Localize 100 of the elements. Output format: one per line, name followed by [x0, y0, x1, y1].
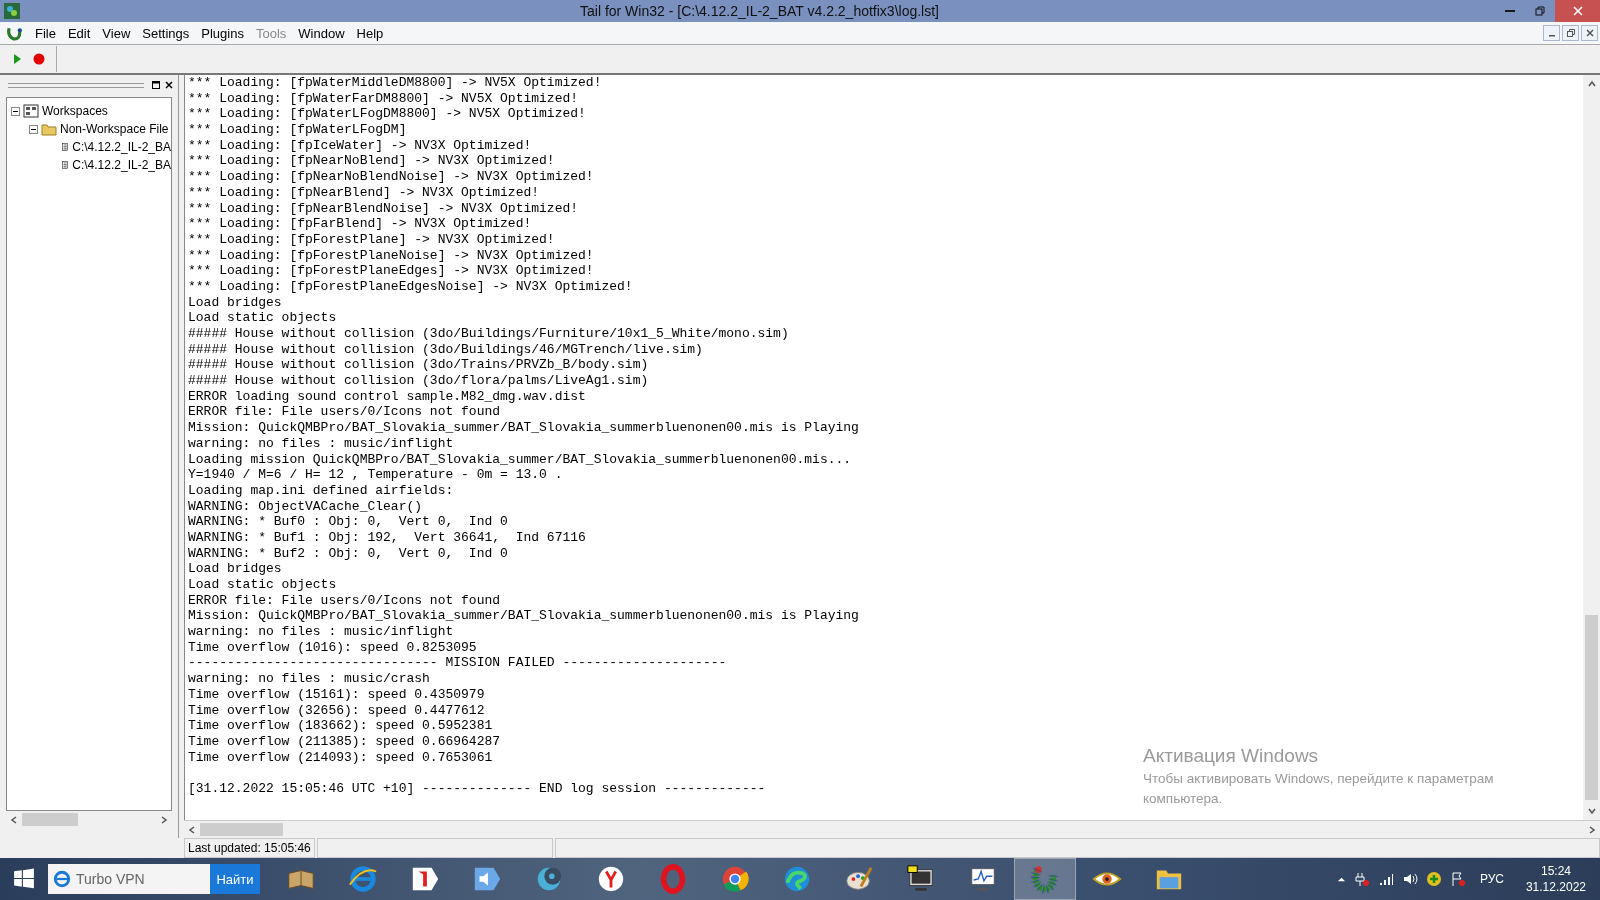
tree-item[interactable]: Workspaces [42, 104, 108, 118]
menu-item[interactable]: Help [350, 25, 390, 41]
minimize-button[interactable] [1543, 25, 1560, 41]
close-icon [1572, 6, 1583, 16]
close-icon [164, 81, 173, 89]
log-line: Load bridges [188, 294, 282, 311]
circle-icon [596, 864, 626, 894]
log-line: Mission: QuickQMBPro/BAT_Slovakia_summer/BAT_Slovakia_summerbluenonen00.mis is Playing [188, 420, 859, 436]
log-line: Loading mission QuickQMBPro/BAT_Slovakia_summer/BAT_Slovakia_summerbluenonen00.mis... [188, 451, 852, 468]
search-field[interactable]: Turbo VPN [48, 864, 210, 894]
windows-logo-icon [13, 868, 35, 890]
log-line: WARNING: * Buf2 : Obj: 0, Vert 0, Ind 0 [188, 545, 508, 562]
ring-icon [348, 864, 378, 894]
log-line: [31.12.2022 15:05:46 UTC +10] -------------- END log session ------------- [188, 780, 766, 797]
activation-text: Чтобы активировать Windows, перейдите к параметрам компьютера. [1143, 770, 1495, 808]
log-line: *** Loading: [fpNearBlend] -> NV3X Optimized! [188, 184, 540, 201]
menu-item[interactable]: Plugins [195, 25, 250, 41]
close-button[interactable] [163, 79, 174, 91]
log-line: Time overflow (183662): speed 0.5952381 [188, 718, 493, 734]
log-line: *** Loading: [fpNearNoBlendNoise] -> NV3X Optimized! [188, 169, 594, 185]
scroll-right-icon[interactable] [159, 814, 169, 825]
play-icon [11, 53, 23, 65]
caterpillar-icon [1030, 864, 1060, 894]
log-line: ERROR file: File users/0/Icons not found [188, 592, 501, 609]
log-line: ##### House without collision (3do/Buildings/Furniture/10x1_5_White/mono.sim) [188, 326, 789, 342]
close-button[interactable] [1581, 25, 1598, 41]
status-text: Last updated: 15:05:46 [184, 838, 315, 858]
search-button[interactable]: Найти [210, 864, 260, 894]
menu-item[interactable]: View [96, 25, 137, 41]
log-line: *** Loading: [fpFarBlend] -> NV3X Optimized! [188, 216, 532, 232]
log-line: Load static objects [188, 577, 337, 593]
menu-item[interactable]: Window [292, 25, 351, 41]
log-line: ERROR loading sound control sample.M82_dmg.wav.dist [188, 388, 586, 405]
log-line: Time overflow (1016): speed 0.8253095 [188, 639, 477, 656]
speaker-icon[interactable] [1401, 871, 1418, 887]
log-line: *** Loading: [fpNearNoBlend] -> NV3X Optimized! [188, 153, 555, 170]
restore-icon [1535, 6, 1545, 16]
log-line: *** Loading: [fpForestPlaneEdgesNoise] -> NV3X Optimized! [188, 278, 633, 295]
activation-title: Активация Windows [1143, 745, 1320, 767]
log-line: -------------------------------- MISSION FAILED --------------------- [188, 655, 727, 672]
log-line: Time overflow (214093): speed 0.7653061 [188, 749, 493, 766]
workspace-icon [23, 103, 39, 119]
tree-item[interactable]: C:\4.12.2_IL-2_BA [72, 140, 171, 154]
scroll-down-icon[interactable] [1586, 806, 1597, 816]
wheel-icon [720, 864, 750, 894]
float-button[interactable] [150, 79, 161, 91]
monitor-icon [906, 864, 936, 894]
language-indicator[interactable]: РУС [1479, 872, 1504, 886]
window-icon [151, 81, 160, 89]
scroll-up-icon[interactable] [1586, 79, 1597, 89]
tree-item[interactable]: C:\4.12.2_IL-2_BA [72, 158, 171, 172]
log-line: Loading map.ini defined airfields: [188, 482, 454, 499]
log-line: *** Loading: [fpForestPlaneEdges] -> NV3X Optimized! [188, 263, 594, 279]
menu-item[interactable]: Settings [136, 25, 196, 41]
log-line: warning: no files : music/crash [188, 671, 430, 687]
collapse-toggle[interactable] [11, 106, 20, 116]
scrollbar-thumb[interactable] [1585, 615, 1598, 800]
clock-time[interactable]: 15:24 [1540, 863, 1571, 879]
vertical-scrollbar[interactable] [1583, 75, 1600, 820]
log-line: *** Loading: [fpWaterMiddleDM8800] -> NV5X Optimized! [188, 75, 602, 91]
log-line: *** Loading: [fpForestPlaneNoise] -> NV3X Optimized! [188, 247, 594, 264]
plug-icon[interactable] [1353, 871, 1370, 887]
tree-item[interactable]: Non-Workspace File [60, 122, 169, 136]
scroll-right-icon[interactable] [1587, 824, 1597, 835]
log-line: ##### House without collision (3do/Trains/PRVZb_B/body.sim) [188, 357, 649, 374]
restore-button[interactable] [1562, 25, 1579, 41]
menu-item[interactable]: Edit [61, 25, 97, 41]
log-line: Load bridges [188, 561, 282, 577]
flag-icon[interactable] [1449, 871, 1466, 887]
plus-circle-icon[interactable] [1425, 871, 1442, 887]
log-line: ERROR file: File users/0/Icons not found [188, 404, 501, 421]
log-line: warning: no files : music/inflight [188, 435, 454, 452]
log-line: WARNING: ObjectVACache_Clear() [188, 498, 423, 515]
log-line: *** Loading: [fpWaterLFogDM8800] -> NV5X Optimized! [188, 106, 586, 123]
log-line: WARNING: * Buf0 : Obj: 0, Vert 0, Ind 0 [188, 514, 508, 530]
minimize-icon [1505, 10, 1515, 12]
log-line: Time overflow (32656): speed 0.4477612 [188, 702, 485, 719]
scroll-left-icon[interactable] [9, 814, 19, 825]
log-line: Mission: QuickQMBPro/BAT_Slovakia_summer/BAT_Slovakia_summerbluenonen00.mis is Playing [188, 608, 859, 625]
log-line: *** Loading: [fpWaterFarDM8800] -> NV5X Optimized! [188, 90, 579, 107]
record-icon [33, 53, 45, 65]
log-line: ##### House without collision (3do/flora/palms/LiveAg1.sim) [188, 373, 649, 389]
log-line: warning: no files : music/inflight [188, 624, 454, 640]
log-line: WARNING: * Buf1 : Obj: 192, Vert 36641, Ind 67116 [188, 529, 586, 546]
window-title: Tail for Win32 - [C:\4.12.2_IL-2_BAT v4.2.2_hotfix3\log.lst] [579, 3, 940, 19]
log-line: *** Loading: [fpNearBlendNoise] -> NV3X Optimized! [188, 200, 579, 217]
app-icon [4, 3, 20, 19]
close-icon [1585, 29, 1594, 37]
signal-icon[interactable] [1377, 871, 1394, 887]
log-line: Time overflow (15161): speed 0.4350979 [188, 686, 485, 703]
collapse-toggle[interactable] [29, 124, 38, 134]
log-line: Y=1940 / M=6 / H= 12 , Temperature - 0m = 13.0 . [188, 467, 563, 483]
clock-date[interactable]: 31.12.2022 [1525, 879, 1586, 895]
log-line: *** Loading: [fpForestPlane] -> NV3X Optimized! [188, 231, 555, 248]
menu-item[interactable]: File [29, 25, 62, 41]
restore-icon [1566, 29, 1575, 37]
horizontal-scrollbar[interactable] [184, 820, 1600, 838]
log-line: *** Loading: [fpIceWater] -> NV3X Optimized! [188, 137, 532, 154]
scroll-left-icon[interactable] [187, 824, 197, 835]
swirl-icon [782, 864, 812, 894]
